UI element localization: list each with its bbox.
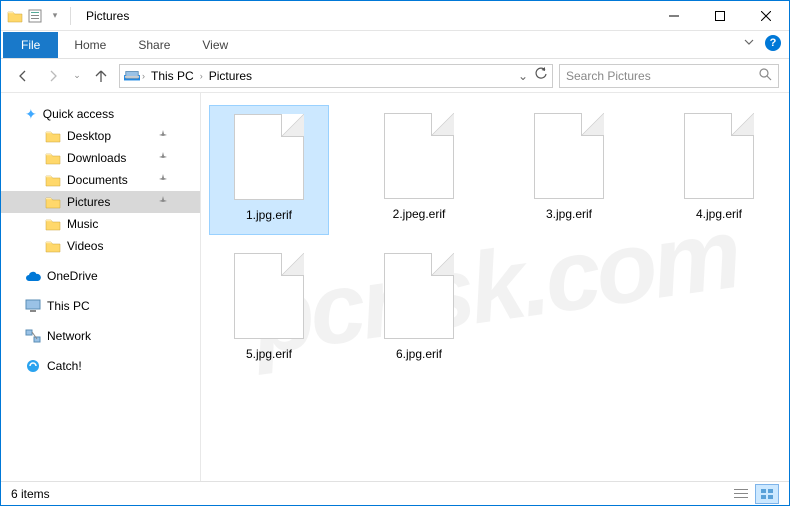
- search-placeholder: Search Pictures: [566, 69, 651, 83]
- file-name: 6.jpg.erif: [396, 347, 442, 361]
- sidebar-item-label: Downloads: [67, 151, 126, 165]
- chevron-right-icon[interactable]: ›: [200, 71, 203, 81]
- search-input[interactable]: Search Pictures: [559, 64, 779, 88]
- folder-icon: [45, 238, 61, 254]
- maximize-button[interactable]: [697, 1, 743, 31]
- sidebar-item-label: Music: [67, 217, 98, 231]
- star-icon: ✦: [25, 106, 37, 123]
- recent-dropdown-icon[interactable]: ⌄: [71, 64, 83, 88]
- thumbnails-view-button[interactable]: [755, 484, 779, 504]
- help-button[interactable]: ?: [765, 35, 781, 51]
- file-icon: [234, 253, 304, 339]
- file-item[interactable]: 5.jpg.erif: [209, 245, 329, 375]
- breadcrumb[interactable]: › This PC › Pictures ⌄: [119, 64, 553, 88]
- titlebar-separator: [70, 7, 71, 25]
- file-item[interactable]: 3.jpg.erif: [509, 105, 629, 235]
- catch-icon: [25, 358, 41, 374]
- file-tab[interactable]: File: [3, 32, 58, 58]
- window-controls: [651, 1, 789, 31]
- breadcrumb-pictures[interactable]: Pictures: [205, 69, 256, 83]
- sidebar-item-music[interactable]: Music: [1, 213, 200, 235]
- status-item-count: 6 items: [11, 487, 50, 501]
- file-icon: [384, 253, 454, 339]
- breadcrumb-dropdown-icon[interactable]: ⌄: [518, 69, 528, 83]
- expand-ribbon-icon[interactable]: [743, 36, 755, 51]
- file-icon: [534, 113, 604, 199]
- folder-icon: [45, 216, 61, 232]
- minimize-button[interactable]: [651, 1, 697, 31]
- sidebar-item-this-pc[interactable]: This PC: [1, 295, 200, 317]
- tab-share[interactable]: Share: [122, 32, 186, 58]
- folder-icon: [45, 172, 61, 188]
- sidebar-item-label: Desktop: [67, 129, 111, 143]
- sidebar-item-pictures[interactable]: Pictures: [1, 191, 200, 213]
- explorer-body: ✦ Quick access Desktop Downloads Documents…: [1, 93, 789, 481]
- address-bar: ⌄ › This PC › Pictures ⌄ Search Pictures: [1, 59, 789, 93]
- file-item[interactable]: 6.jpg.erif: [359, 245, 479, 375]
- folder-icon: [7, 8, 23, 24]
- sidebar-item-label: This PC: [47, 299, 90, 313]
- tab-home[interactable]: Home: [58, 32, 122, 58]
- sidebar-item-videos[interactable]: Videos: [1, 235, 200, 257]
- chevron-right-icon[interactable]: ›: [142, 71, 145, 81]
- titlebar: ▾ Pictures: [1, 1, 789, 31]
- file-icon: [684, 113, 754, 199]
- search-icon[interactable]: [758, 67, 772, 84]
- file-list[interactable]: pcrisk.com 1.jpg.erif2.jpeg.erif3.jpg.er…: [201, 93, 789, 481]
- navigation-pane: ✦ Quick access Desktop Downloads Documents…: [1, 93, 201, 481]
- file-item[interactable]: 4.jpg.erif: [659, 105, 779, 235]
- file-item[interactable]: 2.jpeg.erif: [359, 105, 479, 235]
- file-name: 3.jpg.erif: [546, 207, 592, 221]
- sidebar-item-desktop[interactable]: Desktop: [1, 125, 200, 147]
- cloud-icon: [25, 268, 41, 284]
- quick-access-toolbar: ▾ Pictures: [1, 7, 129, 25]
- folder-icon: [45, 194, 61, 210]
- file-item[interactable]: 1.jpg.erif: [209, 105, 329, 235]
- details-view-button[interactable]: [729, 484, 753, 504]
- ribbon: File Home Share View ?: [1, 31, 789, 59]
- pin-icon: [158, 173, 168, 187]
- forward-button[interactable]: [41, 64, 65, 88]
- pin-icon: [158, 129, 168, 143]
- sidebar-item-catch-[interactable]: Catch!: [1, 355, 200, 377]
- up-button[interactable]: [89, 64, 113, 88]
- sidebar-item-label: Catch!: [47, 359, 82, 373]
- pc-icon: [25, 298, 41, 314]
- file-name: 5.jpg.erif: [246, 347, 292, 361]
- window-title: Pictures: [86, 9, 129, 23]
- qat-dropdown-icon[interactable]: ▾: [47, 8, 63, 24]
- back-button[interactable]: [11, 64, 35, 88]
- sidebar-item-documents[interactable]: Documents: [1, 169, 200, 191]
- folder-icon: [45, 150, 61, 166]
- file-name: 4.jpg.erif: [696, 207, 742, 221]
- properties-icon[interactable]: [27, 8, 43, 24]
- breadcrumb-this-pc[interactable]: This PC: [147, 69, 198, 83]
- sidebar-item-label: Documents: [67, 173, 128, 187]
- network-icon: [25, 328, 41, 344]
- close-button[interactable]: [743, 1, 789, 31]
- folder-icon: [124, 68, 140, 84]
- file-name: 2.jpeg.erif: [393, 207, 446, 221]
- sidebar-item-label: Network: [47, 329, 91, 343]
- refresh-icon[interactable]: [534, 67, 548, 84]
- sidebar-item-network[interactable]: Network: [1, 325, 200, 347]
- file-icon: [234, 114, 304, 200]
- sidebar-quick-access[interactable]: ✦ Quick access: [1, 103, 200, 125]
- sidebar-item-label: Pictures: [67, 195, 110, 209]
- sidebar-item-label: Quick access: [43, 107, 114, 121]
- file-icon: [384, 113, 454, 199]
- folder-icon: [45, 128, 61, 144]
- status-bar: 6 items: [1, 481, 789, 505]
- pin-icon: [158, 151, 168, 165]
- sidebar-item-label: OneDrive: [47, 269, 98, 283]
- sidebar-item-onedrive[interactable]: OneDrive: [1, 265, 200, 287]
- tab-view[interactable]: View: [186, 32, 244, 58]
- file-name: 1.jpg.erif: [246, 208, 292, 222]
- sidebar-item-label: Videos: [67, 239, 103, 253]
- sidebar-item-downloads[interactable]: Downloads: [1, 147, 200, 169]
- pin-icon: [158, 195, 168, 209]
